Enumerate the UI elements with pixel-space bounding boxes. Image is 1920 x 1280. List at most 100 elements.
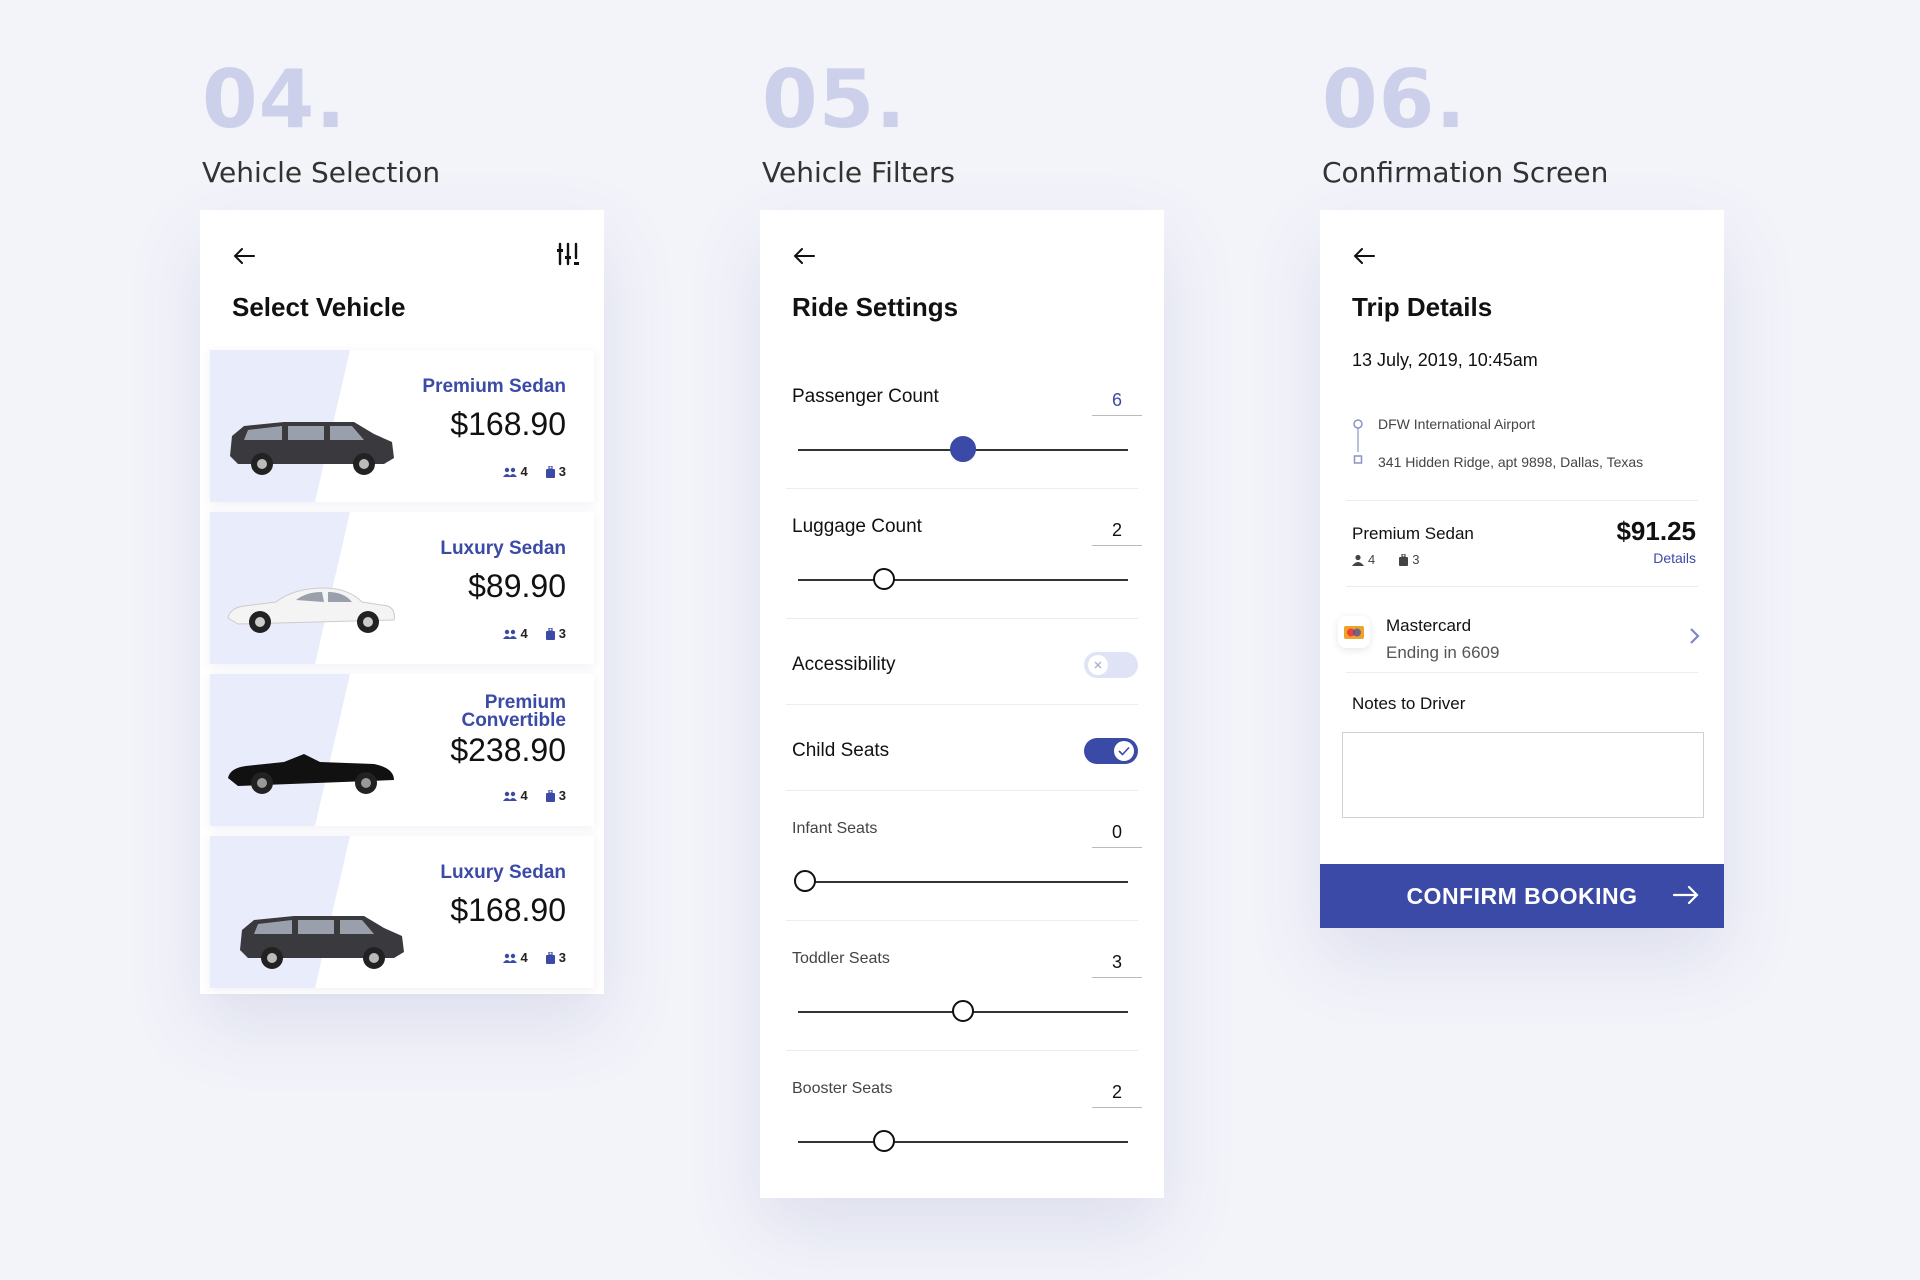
passenger-count-value[interactable]: 6 <box>1092 390 1142 416</box>
vehicle-capacity: 4 3 <box>502 950 566 965</box>
infant-seats-slider[interactable] <box>793 870 1128 894</box>
suv-image <box>240 916 404 969</box>
vehicle-price: $89.90 <box>468 568 566 604</box>
summary-vehicle-name: Premium Sedan <box>1352 524 1474 543</box>
booster-seats-value[interactable]: 2 <box>1092 1082 1142 1108</box>
vehicle-name-line2: Convertible <box>461 710 566 731</box>
luggage-count: 3 <box>1412 552 1420 567</box>
vehicle-capacity: 4 3 <box>502 464 566 479</box>
luggage-capacity: 3 <box>545 626 566 641</box>
section-number: 06. <box>1322 53 1467 146</box>
divider <box>786 618 1138 619</box>
vehicle-name: Luxury Sedan <box>440 862 566 883</box>
luggage-count-label: Luggage Count <box>792 516 922 537</box>
toddler-seats-value[interactable]: 3 <box>1092 952 1142 978</box>
person-icon <box>1352 554 1364 566</box>
card-icon <box>1338 616 1370 648</box>
divider <box>786 920 1138 921</box>
dropoff-text: 341 Hidden Ridge, apt 9898, Dallas, Texa… <box>1378 454 1644 470</box>
passenger-count-label: Passenger Count <box>792 386 939 407</box>
vehicle-card[interactable]: Luxury Sedan $168.90 4 3 <box>210 836 594 988</box>
vehicle-price: $238.90 <box>450 732 566 768</box>
luggage-count: 3 <box>558 950 566 965</box>
vehicle-price: $168.90 <box>450 892 566 928</box>
vehicle-name: Luxury Sedan <box>440 538 566 559</box>
luggage-icon <box>1399 553 1409 566</box>
luggage-capacity: 3 <box>545 950 566 965</box>
passenger-count: 4 <box>520 626 528 641</box>
details-link[interactable]: Details <box>1653 550 1696 566</box>
slider-track <box>798 881 1128 883</box>
passenger-count: 4 <box>520 464 528 479</box>
luggage-capacity: 3 <box>545 788 566 803</box>
vehicle-capacity: 4 3 <box>502 788 566 803</box>
divider <box>786 704 1138 705</box>
booster-seats-label: Booster Seats <box>792 1080 893 1097</box>
accessibility-label: Accessibility <box>792 654 896 675</box>
luggage-capacity: 3 <box>1399 552 1419 567</box>
luggage-count: 3 <box>558 788 566 803</box>
passenger-count-slider[interactable] <box>798 436 1128 462</box>
convertible-image <box>228 754 394 794</box>
section-heading-04: 04. Vehicle Selection <box>202 53 440 190</box>
divider <box>786 488 1138 489</box>
divider <box>1346 672 1698 673</box>
accessibility-toggle[interactable] <box>1084 652 1138 678</box>
close-icon <box>1094 661 1102 669</box>
passenger-capacity: 4 <box>502 788 528 803</box>
back-arrow-icon[interactable] <box>230 242 258 270</box>
passenger-capacity: 4 <box>502 626 528 641</box>
notes-label: Notes to Driver <box>1352 694 1466 713</box>
child-seats-label: Child Seats <box>792 740 890 761</box>
luggage-count: 3 <box>558 626 566 641</box>
passenger-capacity: 4 <box>502 950 528 965</box>
passenger-capacity: 4 <box>1352 552 1375 567</box>
infant-seats-label: Infant Seats <box>792 820 878 837</box>
vehicle-card[interactable]: Premium Sedan $168.90 4 3 <box>210 350 594 502</box>
people-icon <box>502 953 517 963</box>
people-icon <box>502 629 517 639</box>
notes-input[interactable] <box>1342 732 1704 818</box>
section-number: 04. <box>202 53 347 146</box>
vehicle-capacity: 4 3 <box>502 626 566 641</box>
section-label: Vehicle Filters <box>762 156 955 189</box>
section-label: Confirmation Screen <box>1322 156 1609 189</box>
suv-image <box>230 422 394 475</box>
divider <box>1346 586 1698 587</box>
check-icon <box>1118 746 1130 756</box>
toddler-seats-slider[interactable] <box>798 1000 1128 1024</box>
people-icon <box>502 791 517 801</box>
payment-method-row[interactable]: Mastercard Ending in 6609 <box>1320 600 1724 680</box>
page-title: Ride Settings <box>792 292 959 322</box>
passenger-count: 4 <box>1368 552 1376 567</box>
confirm-booking-button[interactable]: CONFIRM BOOKING <box>1320 864 1724 928</box>
vehicle-name: Premium Sedan <box>422 376 566 397</box>
payment-sub: Ending in 6609 <box>1386 643 1500 662</box>
vehicle-card[interactable]: Luxury Sedan $89.90 4 3 <box>210 512 594 664</box>
booster-seats-slider[interactable] <box>798 1130 1128 1154</box>
summary-capacity: 4 3 <box>1352 552 1419 567</box>
divider <box>786 790 1138 791</box>
back-arrow-icon[interactable] <box>1350 242 1378 270</box>
vehicle-selection-screen: Select Vehicle Premium Sedan $168.90 4 3 <box>200 210 604 994</box>
luggage-count-value[interactable]: 2 <box>1092 520 1142 546</box>
slider-thumb[interactable] <box>872 568 895 590</box>
child-seats-toggle[interactable] <box>1084 738 1138 764</box>
back-arrow-icon[interactable] <box>790 242 818 270</box>
luggage-icon <box>545 951 555 964</box>
luggage-icon <box>545 789 555 802</box>
filter-sliders-icon[interactable] <box>556 240 582 268</box>
slider-thumb[interactable] <box>872 1130 895 1152</box>
passenger-count: 4 <box>520 788 528 803</box>
luggage-icon <box>545 627 555 640</box>
luggage-count-slider[interactable] <box>798 568 1128 592</box>
slider-thumb[interactable] <box>950 436 976 462</box>
infant-seats-value[interactable]: 0 <box>1092 822 1142 848</box>
slider-thumb[interactable] <box>793 870 816 892</box>
vehicle-card[interactable]: Premium Convertible $238.90 4 3 <box>210 674 594 826</box>
toddler-seats-label: Toddler Seats <box>792 950 890 967</box>
passenger-count: 4 <box>520 950 528 965</box>
page-title: Trip Details <box>1352 292 1493 322</box>
slider-thumb[interactable] <box>952 1000 974 1022</box>
dropoff-location: 341 Hidden Ridge, apt 9898, Dallas, Texa… <box>1352 454 1643 470</box>
